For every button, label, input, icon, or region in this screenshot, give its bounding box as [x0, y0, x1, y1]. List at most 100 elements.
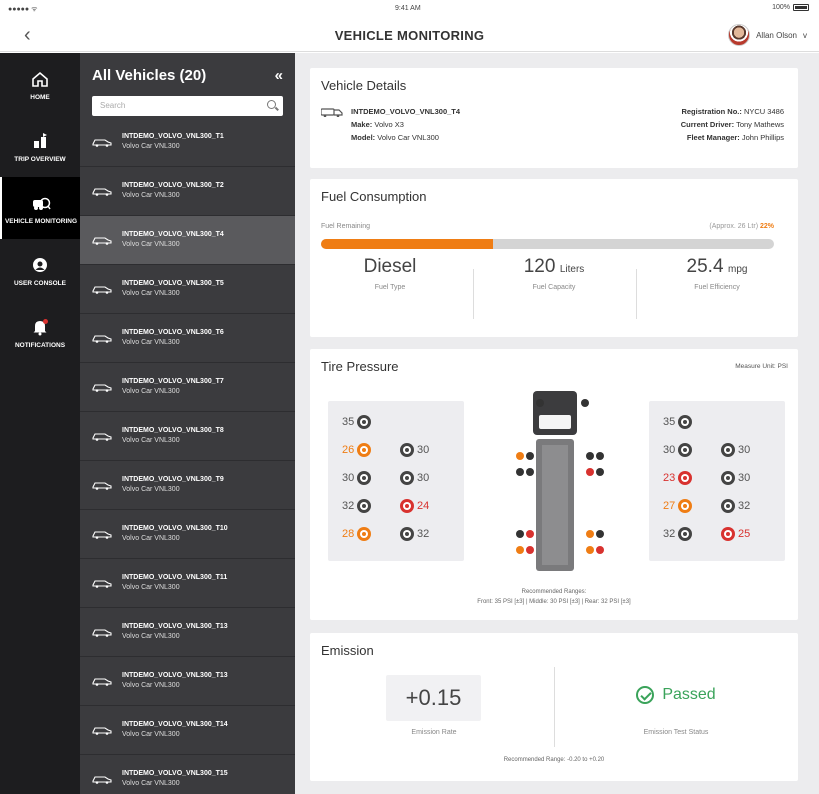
car-icon — [92, 384, 112, 392]
middle-right-inner-dot[interactable] — [586, 452, 594, 460]
middle-right-outer-dot[interactable] — [596, 452, 604, 460]
bell-icon — [29, 316, 51, 338]
tire-reading[interactable]: 32 — [721, 499, 750, 513]
vehicle-list-model: Volvo Car VNL300 — [122, 682, 180, 689]
vehicle-list-model: Volvo Car VNL300 — [122, 437, 180, 444]
car-icon — [92, 629, 112, 637]
tire-reading[interactable]: 25 — [721, 527, 750, 541]
vehicle-list-item[interactable]: INTDEMO_VOLVO_VNL300_T1 Volvo Car VNL300 — [80, 118, 295, 167]
emission-recommended-range: Recommended Range: -0.20 to +0.20 — [503, 757, 605, 763]
vehicle-list-item[interactable]: INTDEMO_VOLVO_VNL300_T15 Volvo Car VNL300 — [80, 755, 295, 794]
tire-reading[interactable]: 27 — [663, 499, 693, 513]
tire-reading[interactable]: 30 — [721, 443, 750, 457]
tire-icon — [400, 499, 414, 513]
registration-label: Registration No.: — [681, 107, 742, 116]
battery-indicator: 100% — [772, 4, 809, 11]
middle2-right-inner-dot[interactable] — [586, 468, 594, 476]
front-right-tire-dot[interactable] — [581, 399, 589, 407]
vehicle-list-item[interactable]: INTDEMO_VOLVO_VNL300_T14 Volvo Car VNL300 — [80, 706, 295, 755]
vehicle-list-item[interactable]: INTDEMO_VOLVO_VNL300_T2 Volvo Car VNL300 — [80, 167, 295, 216]
title-bar: ‹ VEHICLE MONITORING Allan Olson v — [0, 20, 819, 52]
user-console-icon — [29, 254, 51, 276]
status-bar: ●●●●● ᯤ 9:41 AM 100% — [0, 0, 819, 20]
vehicle-list-item[interactable]: INTDEMO_VOLVO_VNL300_T10 Volvo Car VNL300 — [80, 510, 295, 559]
vehicle-list-text: INTDEMO_VOLVO_VNL300_T4 Volvo Car VNL300 — [122, 230, 224, 250]
tire-icon — [721, 527, 735, 541]
vehicle-list-text: INTDEMO_VOLVO_VNL300_T13 Volvo Car VNL300 — [122, 671, 228, 691]
vehicle-list-text: INTDEMO_VOLVO_VNL300_T13 Volvo Car VNL300 — [122, 622, 228, 642]
tire-icon — [678, 471, 693, 485]
car-icon — [92, 531, 112, 539]
collapse-icon[interactable]: « — [275, 67, 283, 84]
nav-item-vehicle-monitoring[interactable]: VEHICLE MONITORING — [0, 177, 80, 239]
rear-right-outer-dot[interactable] — [596, 530, 604, 538]
vehicle-list-item[interactable]: INTDEMO_VOLVO_VNL300_T4 Volvo Car VNL300 — [80, 216, 295, 265]
search-input[interactable]: Search — [92, 96, 283, 116]
tire-reading[interactable]: 30 — [663, 443, 693, 457]
app-root: ●●●●● ᯤ 9:41 AM 100% ‹ VEHICLE MONITORIN… — [0, 0, 819, 794]
vehicle-list-text: INTDEMO_VOLVO_VNL300_T10 Volvo Car VNL300 — [122, 524, 228, 544]
tire-reading[interactable]: 26 — [342, 443, 372, 457]
vehicle-list-item[interactable]: INTDEMO_VOLVO_VNL300_T7 Volvo Car VNL300 — [80, 363, 295, 412]
tire-pressure-value: 26 — [342, 444, 355, 456]
user-menu[interactable]: Allan Olson v — [728, 24, 807, 46]
middle-left-outer-dot[interactable] — [516, 452, 524, 460]
tire-reading[interactable]: 24 — [400, 499, 429, 513]
tire-pressure-value: 32 — [738, 500, 751, 512]
rear2-right-inner-dot[interactable] — [586, 546, 594, 554]
vehicle-list-item[interactable]: INTDEMO_VOLVO_VNL300_T9 Volvo Car VNL300 — [80, 461, 295, 510]
tire-icon — [357, 527, 372, 541]
chevron-down-icon[interactable]: v — [803, 31, 807, 40]
emission-status: Passed — [596, 686, 756, 704]
front-left-tire-dot[interactable] — [536, 399, 544, 407]
divider — [554, 667, 555, 747]
tire-reading[interactable]: 23 — [663, 471, 693, 485]
vehicle-list-item[interactable]: INTDEMO_VOLVO_VNL300_T11 Volvo Car VNL300 — [80, 559, 295, 608]
tire-icon — [400, 471, 414, 485]
vehicle-list-item[interactable]: INTDEMO_VOLVO_VNL300_T13 Volvo Car VNL300 — [80, 608, 295, 657]
middle2-right-outer-dot[interactable] — [596, 468, 604, 476]
vehicle-list: INTDEMO_VOLVO_VNL300_T1 Volvo Car VNL300 I… — [80, 118, 295, 794]
nav-item-user-console[interactable]: USER CONSOLE — [0, 239, 80, 301]
tire-reading[interactable]: 32 — [342, 499, 372, 513]
user-name[interactable]: Allan Olson — [756, 31, 797, 40]
vehicle-name-row: INTDEMO_VOLVO_VNL300_T4 — [321, 105, 460, 118]
tire-reading[interactable]: 30 — [342, 471, 372, 485]
middle2-left-outer-dot[interactable] — [516, 468, 524, 476]
search-placeholder: Search — [100, 101, 126, 110]
truck-trailer-stripe — [542, 445, 568, 565]
rear2-left-outer-dot[interactable] — [516, 546, 524, 554]
tire-reading[interactable]: 35 — [663, 415, 693, 429]
rear-left-inner-dot[interactable] — [526, 530, 534, 538]
car-icon — [92, 433, 112, 441]
middle2-left-inner-dot[interactable] — [526, 468, 534, 476]
vehicle-list-item[interactable]: INTDEMO_VOLVO_VNL300_T6 Volvo Car VNL300 — [80, 314, 295, 363]
tire-recommended-label: Recommended Ranges: — [521, 589, 587, 595]
vehicle-list-item[interactable]: INTDEMO_VOLVO_VNL300_T5 Volvo Car VNL300 — [80, 265, 295, 314]
rear2-right-outer-dot[interactable] — [596, 546, 604, 554]
tire-reading[interactable]: 30 — [400, 443, 429, 457]
nav-item-trip-overview[interactable]: TRIP OVERVIEW — [0, 115, 80, 177]
nav-item-home[interactable]: HOME — [0, 53, 80, 115]
tire-reading[interactable]: 30 — [721, 471, 750, 485]
tire-reading[interactable]: 30 — [400, 471, 429, 485]
tire-reading[interactable]: 35 — [342, 415, 372, 429]
nav-item-notifications[interactable]: NOTIFICATIONS — [0, 301, 80, 363]
tire-pressure-value: 30 — [417, 444, 430, 456]
tire-reading[interactable]: 32 — [400, 527, 429, 541]
emission-status-value: Passed — [662, 686, 716, 704]
vehicle-list-item[interactable]: INTDEMO_VOLVO_VNL300_T13 Volvo Car VNL300 — [80, 657, 295, 706]
left-tire-panel: 35 26 30 30 30 32 24 28 32 — [328, 401, 464, 561]
middle-left-inner-dot[interactable] — [526, 452, 534, 460]
rear-left-outer-dot[interactable] — [516, 530, 524, 538]
tire-reading[interactable]: 32 — [663, 527, 693, 541]
vehicle-list-item[interactable]: INTDEMO_VOLVO_VNL300_T8 Volvo Car VNL300 — [80, 412, 295, 461]
search-icon[interactable] — [267, 100, 276, 109]
avatar[interactable] — [728, 24, 751, 46]
vehicle-name: INTDEMO_VOLVO_VNL300_T4 — [351, 107, 461, 116]
tire-reading[interactable]: 28 — [342, 527, 372, 541]
rear-right-inner-dot[interactable] — [586, 530, 594, 538]
tire-pressure-value: 30 — [738, 472, 751, 484]
rear2-left-inner-dot[interactable] — [526, 546, 534, 554]
make-label: Make: — [351, 120, 373, 129]
